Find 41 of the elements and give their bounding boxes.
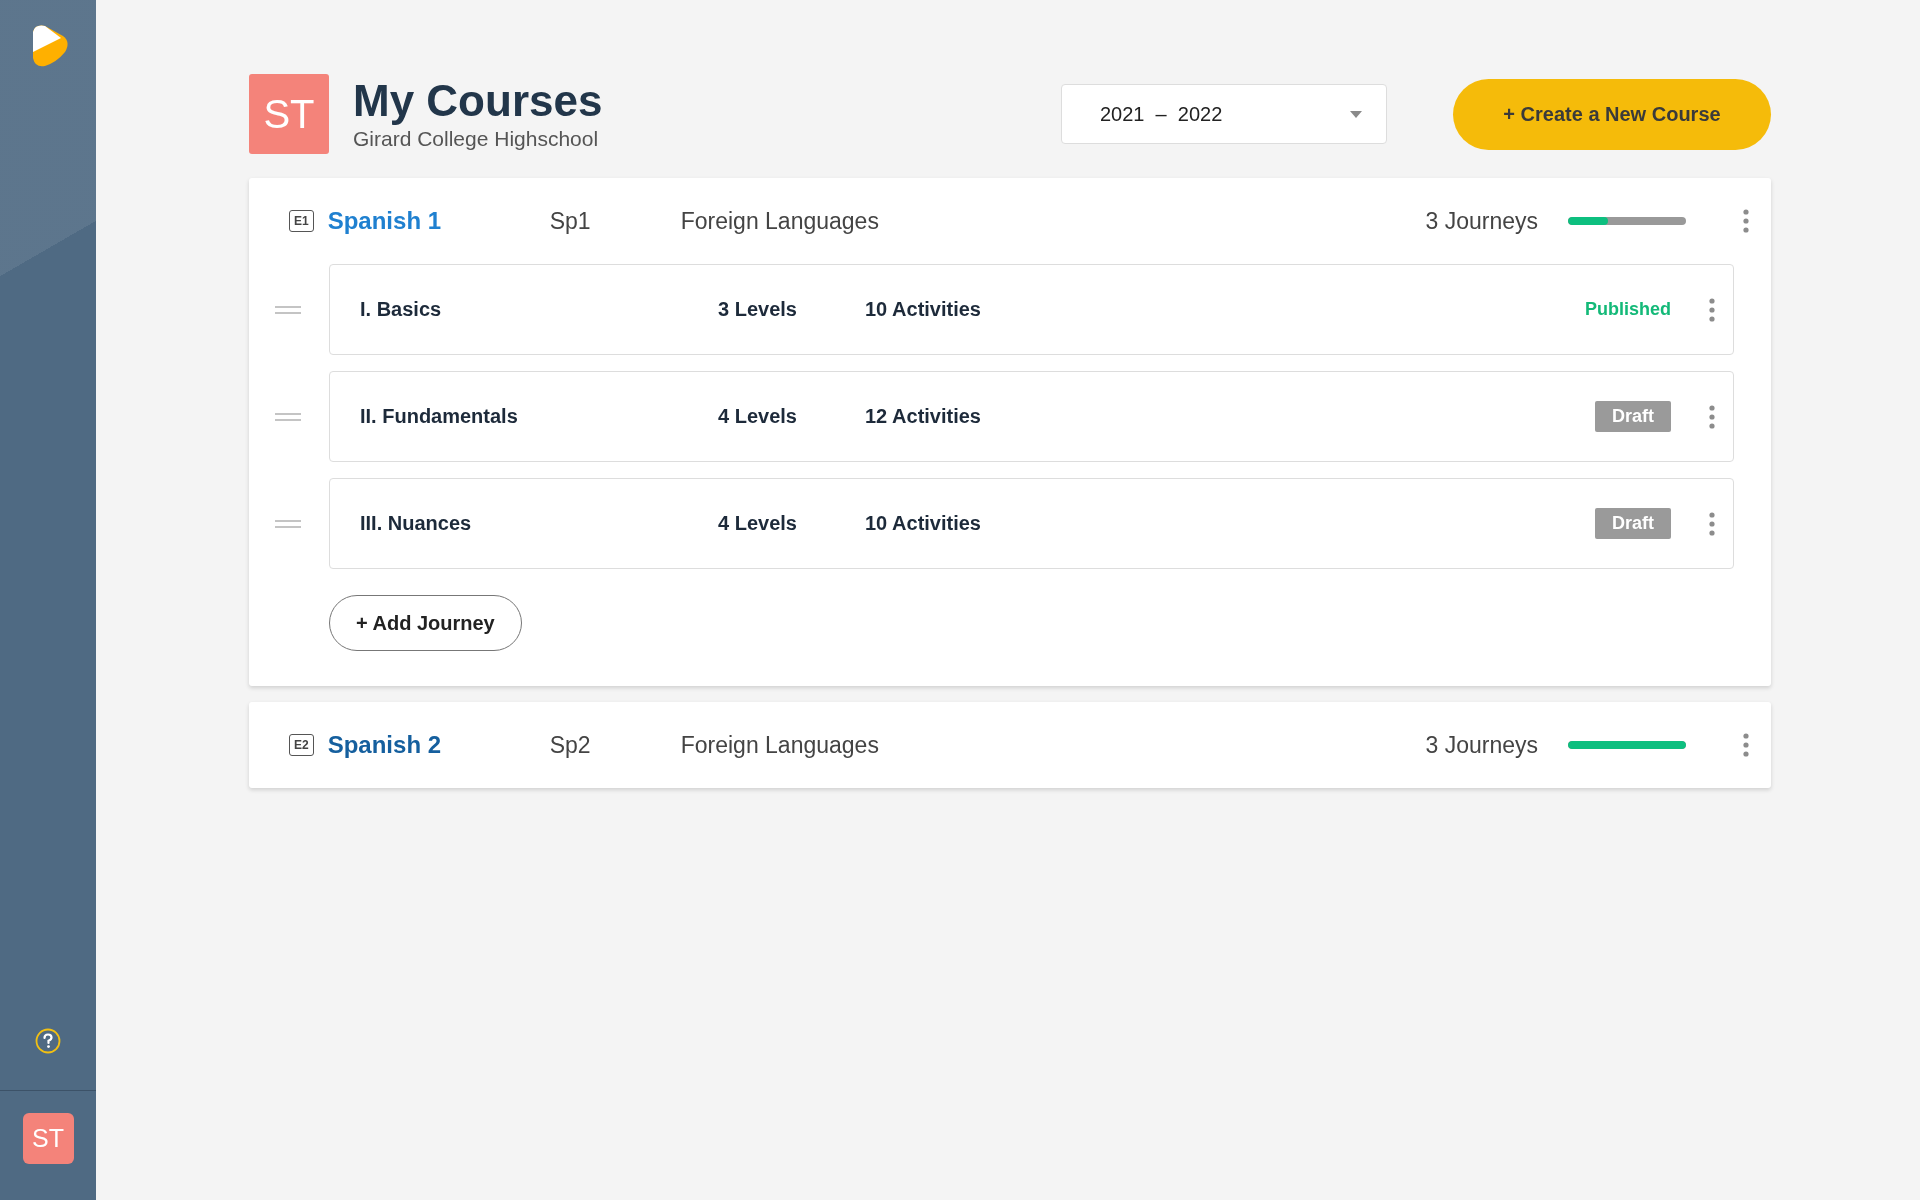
level-count: 4 Levels [718, 405, 798, 428]
course-short-name: Sp1 [549, 207, 592, 235]
course-code-badge: E1 [289, 210, 314, 232]
activity-count: 12 Activities [865, 405, 981, 428]
more-options-icon[interactable] [1709, 511, 1715, 536]
course-subject: Foreign Languages [680, 207, 880, 235]
course-name-link[interactable]: Spanish 1 [327, 207, 550, 235]
school-name: Girard College Highschool [353, 127, 600, 152]
journey-row[interactable]: I. Basics 3 Levels 10 Activities Published [329, 264, 1734, 355]
more-options-icon[interactable] [1743, 209, 1749, 233]
year-select[interactable]: 2021 – 2022 [1061, 84, 1387, 144]
level-count: 4 Levels [718, 512, 798, 535]
course-name-link[interactable]: Spanish 2 [327, 731, 550, 759]
drag-handle-icon[interactable] [275, 412, 301, 421]
journey-title: I. Basics [360, 298, 443, 321]
create-course-button[interactable]: + Create a New Course [1453, 78, 1771, 150]
journey-title: II. Fundamentals [360, 405, 519, 428]
drag-handle-icon[interactable] [275, 519, 301, 528]
more-options-icon[interactable] [1709, 297, 1715, 322]
journey-count: 3 Journeys [1425, 731, 1538, 759]
journey-title: III. Nuances [360, 512, 473, 535]
journey-count: 3 Journeys [1425, 207, 1538, 235]
activity-count: 10 Activities [865, 512, 981, 535]
status-badge: Draft [1595, 401, 1671, 432]
journey-row[interactable]: III. Nuances 4 Levels 10 Activities Draft [329, 478, 1734, 569]
level-count: 3 Levels [718, 298, 798, 321]
caret-icon [1350, 110, 1362, 118]
more-options-icon[interactable] [1709, 404, 1715, 429]
activity-count: 10 Activities [865, 298, 981, 321]
journey-row[interactable]: II. Fundamentals 4 Levels 12 Activities Draft [329, 371, 1734, 462]
page-title: My Courses [353, 76, 604, 126]
add-journey-button[interactable]: + Add Journey [329, 595, 522, 651]
course-code-badge: E2 [289, 734, 314, 756]
drag-handle-icon[interactable] [275, 305, 301, 314]
course-subject: Foreign Languages [680, 731, 880, 759]
help-icon[interactable] [35, 1028, 61, 1054]
course-short-name: Sp2 [549, 731, 592, 759]
more-options-icon[interactable] [1743, 733, 1749, 757]
school-avatar: ST [249, 74, 329, 154]
status-label: Published [1585, 299, 1671, 320]
status-badge: Draft [1595, 508, 1671, 539]
